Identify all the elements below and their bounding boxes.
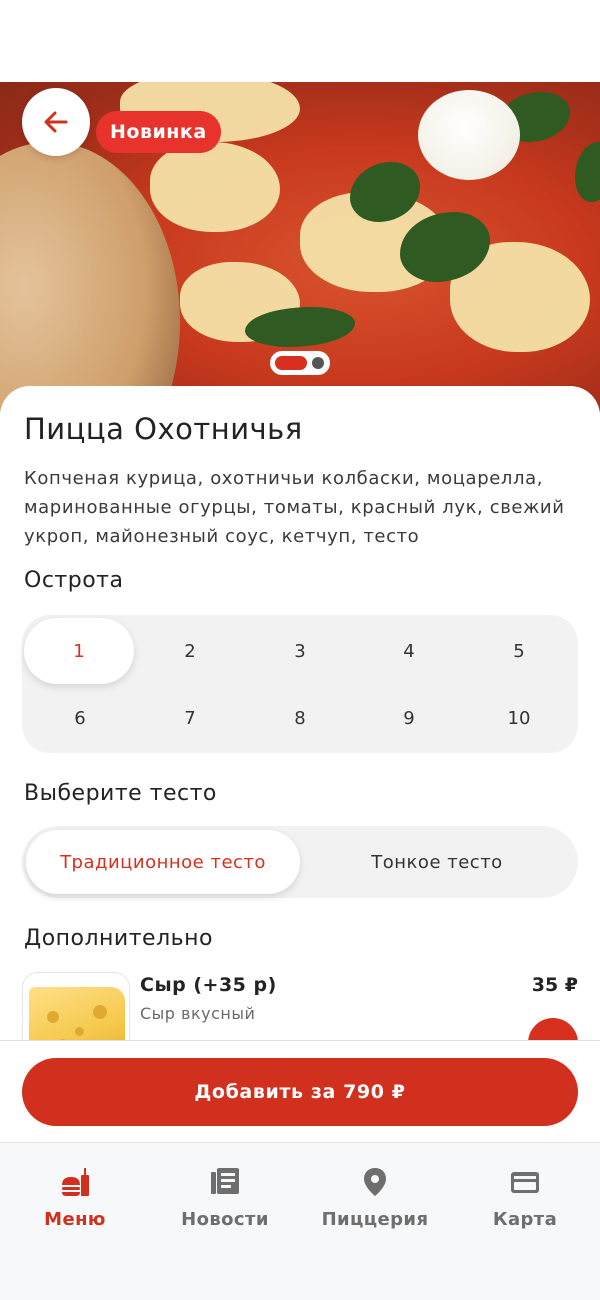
spice-level-selector: 1 2 3 4 5 6 7 8 9 10: [22, 615, 578, 753]
spice-option-3[interactable]: 3: [245, 618, 355, 684]
extras-section-title: Дополнительно: [24, 926, 213, 951]
carousel-indicator: [270, 351, 330, 375]
extra-item-name: Сыр (+35 р): [140, 974, 277, 996]
basil-leaf: [575, 142, 600, 202]
spice-option-10[interactable]: 10: [464, 685, 574, 751]
spice-option-2[interactable]: 2: [135, 618, 245, 684]
spice-option-4[interactable]: 4: [354, 618, 464, 684]
dough-section-title: Выберите тесто: [24, 781, 217, 806]
cheese-hole: [47, 1011, 59, 1023]
tab-news-label: Новости: [181, 1209, 269, 1230]
spice-option-7[interactable]: 7: [135, 685, 245, 751]
spice-option-1[interactable]: 1: [24, 618, 134, 684]
status-bar: [0, 0, 600, 82]
add-to-cart-button[interactable]: Добавить за 790 ₽: [22, 1058, 578, 1126]
add-to-cart-panel: Добавить за 790 ₽: [0, 1040, 600, 1142]
arrow-left-icon: [44, 111, 68, 133]
spice-option-5[interactable]: 5: [464, 618, 574, 684]
tab-card[interactable]: Карта: [450, 1165, 600, 1235]
dough-selector: Традиционное тесто Тонкое тесто: [22, 826, 578, 898]
tab-pizzeria[interactable]: Пиццерия: [300, 1165, 450, 1235]
news-icon: [208, 1165, 242, 1199]
product-details-sheet: Пицца Охотничья Копченая курица, охотнич…: [0, 386, 600, 1046]
tab-news[interactable]: Новости: [150, 1165, 300, 1235]
location-pin-icon: [358, 1165, 392, 1199]
mozzarella-ball: [418, 90, 520, 180]
extra-item-cheese[interactable]: Сыр (+35 р) Сыр вкусный 35 ₽: [22, 972, 578, 1046]
dough-option-traditional[interactable]: Традиционное тесто: [26, 830, 300, 894]
spice-option-9[interactable]: 9: [354, 685, 464, 751]
tab-menu-label: Меню: [44, 1209, 106, 1230]
extra-item-subtitle: Сыр вкусный: [140, 1004, 256, 1023]
cheese-block: [29, 987, 125, 1046]
spice-option-6[interactable]: 6: [25, 685, 135, 751]
cheese-image: [22, 972, 130, 1046]
card-icon: [508, 1165, 542, 1199]
spice-section-title: Острота: [24, 568, 124, 593]
pizza-cheese: [150, 142, 280, 232]
product-description: Копченая курица, охотничьи колбаски, моц…: [24, 468, 565, 547]
tab-menu[interactable]: Меню: [0, 1165, 150, 1235]
dough-option-thin[interactable]: Тонкое тесто: [300, 830, 574, 894]
carousel-dot: [312, 357, 324, 369]
back-button[interactable]: [22, 88, 90, 156]
product-title: Пицца Охотничья: [24, 412, 303, 446]
carousel-dot-active: [275, 356, 307, 370]
tab-pizzeria-label: Пиццерия: [321, 1209, 429, 1230]
new-badge: Новинка: [96, 111, 221, 153]
cheese-hole: [75, 1027, 84, 1036]
cheese-hole: [93, 1005, 107, 1019]
tab-card-label: Карта: [492, 1209, 558, 1230]
spice-option-8[interactable]: 8: [245, 685, 355, 751]
burger-drink-icon: [58, 1165, 92, 1199]
bottom-tab-bar: Меню Новости Пиццерия Карта: [0, 1142, 600, 1300]
extra-item-price: 35 ₽: [531, 974, 578, 996]
